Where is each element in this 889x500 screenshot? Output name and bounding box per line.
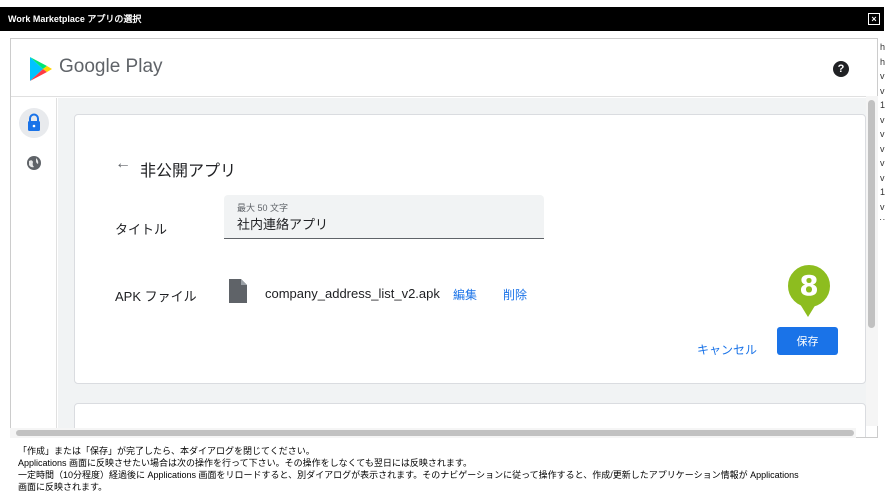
instruction-note: 「作成」または「保存」が完了したら、本ダイアログを閉じてください。 Applic… <box>18 445 878 493</box>
vertical-scrollbar[interactable] <box>866 96 878 426</box>
main-content: ← 非公開アプリ タイトル 最大 50 文字 社内連絡アプリ APK ファイル … <box>58 98 866 437</box>
horizontal-scrollbar-thumb[interactable] <box>16 430 854 436</box>
google-play-header: Google Play ? <box>11 39 877 97</box>
horizontal-scrollbar[interactable] <box>10 428 856 438</box>
private-app-card: ← 非公開アプリ タイトル 最大 50 文字 社内連絡アプリ APK ファイル … <box>74 114 866 384</box>
background-text-fragment: h h v v 1 v v v v v 1 v v <box>880 42 886 220</box>
apk-filename: company_address_list_v2.apk <box>265 286 440 301</box>
page-title: 非公開アプリ <box>140 163 237 180</box>
title-label: タイトル <box>115 222 168 237</box>
apk-label: APK ファイル <box>115 289 197 304</box>
window-titlebar: Work Marketplace アプリの選択 × <box>0 7 884 31</box>
note-line-2: Applications 画面に反映させたい場合は次の操作を行って下さい。その操… <box>18 458 472 468</box>
file-icon <box>229 279 247 303</box>
cancel-button[interactable]: キャンセル <box>697 341 757 358</box>
title-field-value[interactable]: 社内連絡アプリ <box>237 214 328 233</box>
title-field[interactable]: 最大 50 文字 社内連絡アプリ <box>224 195 544 239</box>
title-field-hint: 最大 50 文字 <box>237 203 289 213</box>
help-icon[interactable]: ? <box>833 61 849 77</box>
globe-icon[interactable] <box>26 155 42 171</box>
edit-link[interactable]: 編集 <box>453 286 477 303</box>
delete-link[interactable]: 削除 <box>503 286 527 303</box>
step-marker: 8 <box>786 263 832 309</box>
vertical-scrollbar-thumb[interactable] <box>868 100 875 328</box>
nav-private-apps[interactable] <box>19 108 49 138</box>
save-button[interactable]: 保存 <box>777 327 838 355</box>
window-title: Work Marketplace アプリの選択 <box>8 14 142 24</box>
google-play-frame: Google Play ? ← 非公開アプリ タイトル 最大 50 文字 社内連… <box>10 38 878 438</box>
google-play-wordmark: Google Play <box>59 56 163 77</box>
back-arrow-icon[interactable]: ← <box>115 155 131 173</box>
close-icon[interactable]: × <box>868 13 880 25</box>
google-play-logo-icon <box>30 57 52 81</box>
lock-icon <box>28 113 40 131</box>
step-marker-pointer <box>800 304 816 317</box>
note-line-4: 画面に反映されます。 <box>18 482 108 492</box>
dialog: Work Marketplace アプリの選択 × Google Play ? <box>0 0 889 500</box>
sidebar <box>11 98 57 437</box>
note-line-3: 一定時間（10分程度）経過後に Applications 画面をリロードすると、… <box>18 470 799 480</box>
note-line-1: 「作成」または「保存」が完了したら、本ダイアログを閉じてください。 <box>18 446 315 456</box>
